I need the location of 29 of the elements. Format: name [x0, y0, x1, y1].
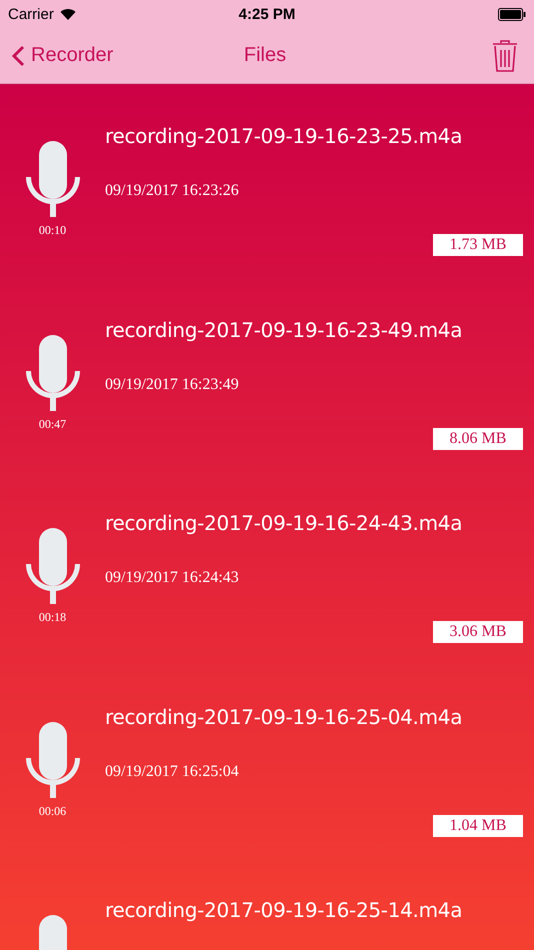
carrier-label: Carrier [8, 6, 54, 22]
microphone-icon [24, 141, 82, 217]
date-label: 09/19/2017 16:23:49 [105, 376, 240, 394]
file-name[interactable]: recording-2017-09-19-16-23-25.m4a [105, 124, 523, 148]
back-button[interactable]: Recorder [12, 44, 142, 67]
file-name[interactable]: recording-2017-09-19-16-25-04.m4a [105, 704, 523, 728]
microphone-icon [24, 528, 82, 604]
file-size: 1.04 MB [433, 814, 523, 836]
microphone-icon [24, 722, 82, 798]
trash-icon [492, 40, 518, 72]
duration-label: 00:06 [38, 804, 66, 818]
file-size: 8.06 MB [433, 428, 523, 450]
duration-label: 00:18 [38, 610, 66, 625]
wifi-icon [60, 8, 76, 20]
screen-title: Files [244, 44, 286, 67]
date-label: 09/19/2017 16:24:43 [105, 569, 240, 587]
battery-icon [498, 8, 526, 20]
file-name[interactable]: recording-2017-09-19-16-25-14.m4a [105, 898, 523, 922]
duration-label: 00:47 [38, 416, 66, 432]
date-label: 09/19/2017 16:23:26 [105, 182, 240, 200]
clock: 4:25 PM [238, 6, 296, 22]
file-name[interactable]: recording-2017-09-19-16-24-43.m4a [105, 511, 523, 535]
date-label: 09/19/2017 16:25:04 [105, 762, 240, 780]
file-size: 3.06 MB [433, 621, 523, 643]
file-size: 1.73 MB [433, 234, 523, 256]
microphone-icon [24, 334, 82, 410]
chevron-left-icon [12, 44, 25, 66]
file-name[interactable]: recording-2017-09-19-16-23-49.m4a [105, 318, 523, 342]
duration-label: 00:10 [38, 223, 66, 238]
